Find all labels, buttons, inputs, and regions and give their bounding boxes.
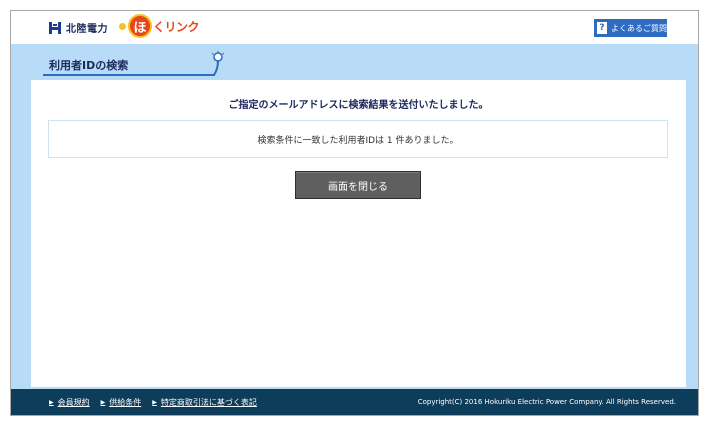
hokuriku-logo-icon — [48, 21, 62, 35]
faq-button[interactable]: ? よくあるご質問 — [594, 19, 667, 37]
copyright: Copyright(C) 2016 Hokuriku Electric Powe… — [417, 398, 676, 406]
result-text: 検索条件に一致した利用者IDは 1 件ありました。 — [257, 135, 459, 146]
logo-dot — [119, 22, 126, 30]
page-title: 利用者IDの検索 — [49, 59, 129, 72]
footer-link-commerce-law[interactable]: ▶ 特定商取引法に基づく表記 — [152, 397, 257, 408]
result-box: 検索条件に一致した利用者IDは 1 件ありました。 — [48, 120, 668, 158]
lightbulb-icon — [211, 51, 225, 76]
page-frame: 北陸電力 ほ くリンク ? よくあるご質問 利用者IDの検索 ご指定のメールアド… — [10, 10, 699, 416]
service-logo[interactable]: ほ くリンク — [119, 14, 200, 38]
footer-links: ▶ 会員規約 ▶ 供給条件 ▶ 特定商取引法に基づく表記 — [49, 397, 268, 408]
faq-label: よくあるご質問 — [611, 23, 667, 33]
triangle-right-icon: ▶ — [49, 399, 54, 406]
content-panel: ご指定のメールアドレスに検索結果を送付いたしました。 検索条件に一致した利用者I… — [31, 80, 686, 387]
title-underline — [43, 74, 215, 76]
footer-link-supply-conditions[interactable]: ▶ 供給条件 — [101, 397, 142, 408]
footer: ▶ 会員規約 ▶ 供給条件 ▶ 特定商取引法に基づく表記 Copyright(C… — [11, 389, 698, 415]
triangle-right-icon: ▶ — [152, 399, 157, 406]
close-window-button[interactable]: 画面を閉じる — [295, 171, 421, 199]
logo-text: くリンク — [153, 19, 200, 34]
company-logo[interactable]: 北陸電力 — [48, 20, 108, 35]
triangle-right-icon: ▶ — [100, 399, 106, 406]
logo-circle: ほ — [128, 14, 152, 38]
question-icon: ? — [597, 22, 607, 34]
header: 北陸電力 ほ くリンク ? よくあるご質問 — [11, 11, 698, 44]
result-message: ご指定のメールアドレスに検索結果を送付いたしました。 — [228, 100, 489, 111]
footer-link-terms[interactable]: ▶ 会員規約 — [49, 397, 90, 408]
company-name: 北陸電力 — [66, 24, 108, 35]
